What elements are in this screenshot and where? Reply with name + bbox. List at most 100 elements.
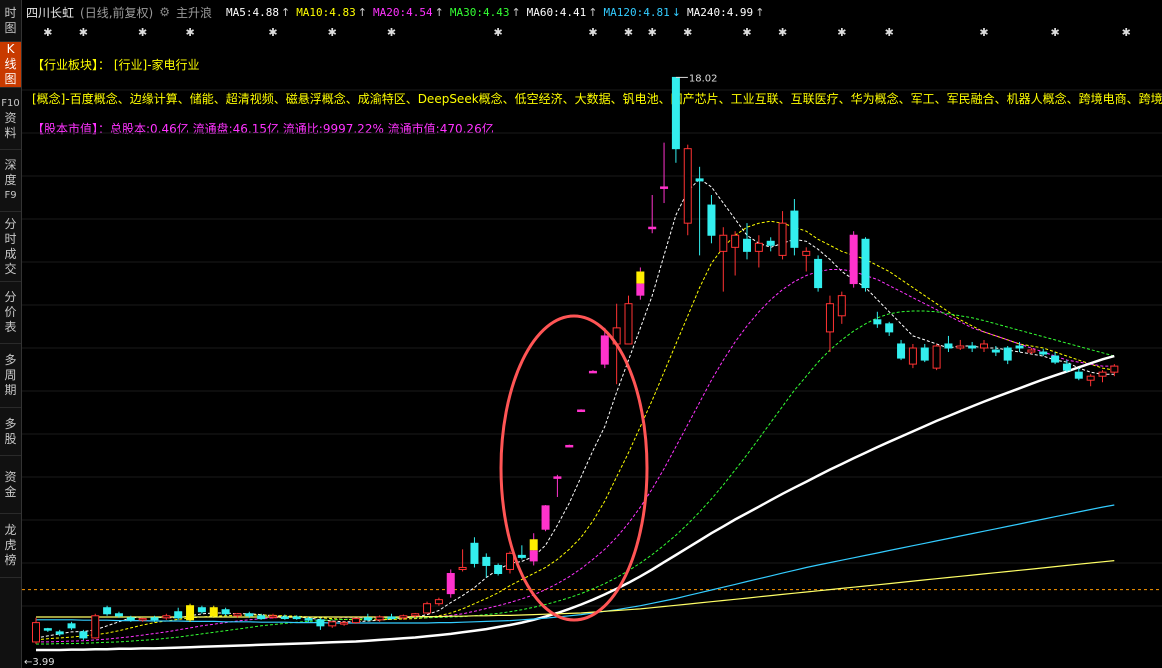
sidebar-tab-8[interactable]: 资金 [0,456,21,514]
candle-body [399,615,408,619]
sidebar-tab-char: 分 [4,216,17,231]
candle-body [719,234,728,252]
candle-body [340,622,349,625]
star-marker-icon: ✱ [979,26,988,39]
candle-body [790,210,799,248]
kline-chart[interactable]: ✱ ✱ ✱ ✱ ✱ ✱ ✱ ✱ ✱ ✱ ✱ ✱ ✱ ✱ ✱ ✱ ✱ ✱ ✱ 18.02 ←3.99 [22,22,1162,668]
star-marker-icon: ✱ [624,26,633,39]
candle-body [494,564,503,574]
star-marker-icon: ✱ [79,26,88,39]
ma-values: MA5:4.88 ↑ MA10:4.83 ↑ MA20:4.54 ↑ MA30:4.43 ↑ M… [226,6,770,19]
period-label[interactable]: (日线,前复权) [80,4,153,21]
candle-body [956,345,965,349]
candle-body [434,599,443,605]
candle-body [162,615,171,619]
sidebar-tab-char: 时 [4,5,17,20]
candle-body [79,631,88,639]
candle-body [138,618,147,621]
star-marker-icon: ✱ [588,26,597,39]
sidebar-tab-char: 龙 [4,523,17,537]
ma-line-ma120 [36,504,1115,624]
sidebar-tab-4[interactable]: 分时成交 [0,212,21,282]
candle-body [351,618,360,624]
sidebar-tab-char: 分 [4,290,17,304]
ma-line-ma240 [36,560,1115,618]
sidebar-tab-char: 虎 [4,538,17,552]
candle-body [269,615,277,618]
candle-body [55,631,64,635]
sidebar-tab-char: 度 [4,173,17,187]
ma-value-0: MA5:4.88 [225,5,279,19]
candle-body [553,476,562,479]
sidebar-tab-char: 成 [4,246,17,261]
arrow-up-icon: ↑ [280,5,291,19]
candle-body [43,628,52,631]
indicator-name[interactable]: 主升浪 [176,4,212,21]
sidebar-tab-char: 期 [4,383,17,397]
candle-body [375,616,384,621]
candle-body [980,343,988,349]
sidebar-tab-2[interactable]: F10 资料 [0,88,21,150]
candle-body [506,552,514,570]
sidebar-tab-0[interactable]: 时图 [0,0,21,42]
ma-line-ma5 [35,178,1115,639]
sidebar-tab-9[interactable]: 龙虎榜 [0,514,21,578]
candle-body [766,240,775,246]
star-marker-icon: ✱ [683,26,692,39]
candle-body [991,349,1000,353]
gear-icon[interactable]: ⚙ [159,5,170,19]
candle-body [328,621,337,627]
star-marker-icon: ✱ [648,26,657,39]
ma-value-4: MA60:4.41 [526,5,587,19]
candle-body [636,271,645,284]
candle-body [529,550,538,562]
candle-body [588,370,597,374]
candle-body [577,409,586,413]
candle-body [1098,371,1107,377]
candle-body [802,250,811,256]
sidebar-tab-char: K [6,42,15,56]
sidebar-tab-char: 资 [4,111,17,125]
candle-body [482,556,491,566]
sidebar-tab-char: 图 [4,72,17,86]
candle-body [470,542,479,564]
star-marker-icon: ✱ [138,26,147,39]
candle-body [446,572,455,595]
sidebar-tab-char: 料 [4,126,17,140]
candle-body [32,622,40,643]
candle-body [423,603,432,614]
candle-body [565,444,574,448]
star-marker-icon: ✱ [328,26,337,39]
sidebar-tab-5[interactable]: 分价表 [0,282,21,344]
arrow-up-icon: ↑ [511,5,521,19]
star-marker-icon: ✱ [1050,26,1059,39]
candle-body [932,345,941,369]
sidebar-tab-7[interactable]: 多股 [0,408,21,456]
star-marker-icon: ✱ [43,26,52,39]
ma-value-5: MA120:4.81 [603,5,670,19]
candle-body [387,616,396,619]
ma-line-ma20 [36,269,1115,643]
sidebar-tab-6[interactable]: 多周期 [0,344,21,408]
candle-body [1062,363,1071,371]
candle-body [126,617,135,621]
candle-body [1074,371,1083,379]
sidebar-tab-char: 周 [4,368,17,382]
candle-body [944,343,953,349]
candle-body [660,186,669,189]
stock-name[interactable]: 四川长虹 [26,4,74,21]
candle-body [743,238,751,252]
arrow-down-icon: ↓ [671,5,681,19]
ma-value-6: MA240:4.99 [686,5,754,19]
candle-body [529,539,538,551]
candle-body [873,319,882,325]
candle-body [814,258,823,289]
candle-body [304,618,313,621]
sidebar-tab-char: 价 [4,305,17,319]
candle-body [91,615,100,639]
sidebar-tab-3[interactable]: 深度 F9 [0,150,21,212]
candle-body [1086,375,1095,381]
candle-body [624,303,633,345]
star-marker-icon: ✱ [778,26,787,39]
sidebar-tab-1[interactable]: K线图 [0,42,21,88]
